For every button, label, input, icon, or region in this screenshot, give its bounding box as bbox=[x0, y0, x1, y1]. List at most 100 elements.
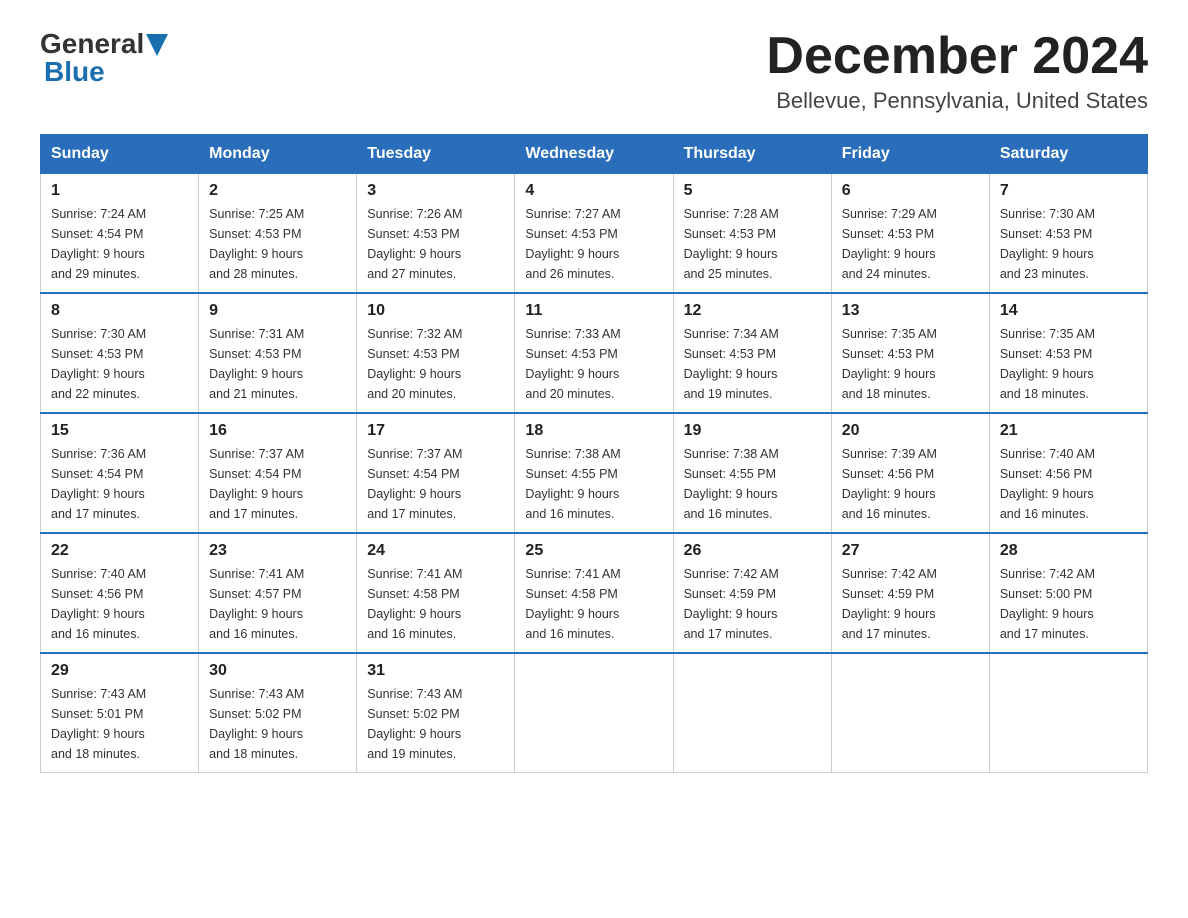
calendar-day-cell: 24 Sunrise: 7:41 AMSunset: 4:58 PMDayligh… bbox=[357, 533, 515, 653]
day-info: Sunrise: 7:32 AMSunset: 4:53 PMDaylight:… bbox=[367, 324, 504, 404]
day-info: Sunrise: 7:40 AMSunset: 4:56 PMDaylight:… bbox=[51, 564, 188, 644]
day-info: Sunrise: 7:41 AMSunset: 4:57 PMDaylight:… bbox=[209, 564, 346, 644]
calendar-week-3: 15 Sunrise: 7:36 AMSunset: 4:54 PMDayligh… bbox=[41, 413, 1148, 533]
day-number: 17 bbox=[367, 422, 504, 440]
day-number: 10 bbox=[367, 302, 504, 320]
day-number: 13 bbox=[842, 302, 979, 320]
calendar-day-cell: 28Sunrise: 7:42 AMSunset: 5:00 PMDayligh… bbox=[989, 533, 1147, 653]
day-info: Sunrise: 7:36 AMSunset: 4:54 PMDaylight:… bbox=[51, 444, 188, 524]
weekday-header-monday: Monday bbox=[199, 135, 357, 174]
location-subtitle: Bellevue, Pennsylvania, United States bbox=[766, 88, 1148, 114]
day-number: 24 bbox=[367, 542, 504, 560]
logo-blue-text: Blue bbox=[44, 58, 168, 86]
calendar-day-cell: 4 Sunrise: 7:27 AMSunset: 4:53 PMDaylight… bbox=[515, 174, 673, 294]
day-info: Sunrise: 7:33 AMSunset: 4:53 PMDaylight:… bbox=[525, 324, 662, 404]
calendar-day-cell: 16 Sunrise: 7:37 AMSunset: 4:54 PMDayligh… bbox=[199, 413, 357, 533]
calendar-day-cell: 12Sunrise: 7:34 AMSunset: 4:53 PMDayligh… bbox=[673, 293, 831, 413]
weekday-header-thursday: Thursday bbox=[673, 135, 831, 174]
day-info: Sunrise: 7:42 AMSunset: 4:59 PMDaylight:… bbox=[842, 564, 979, 644]
calendar-day-cell bbox=[515, 653, 673, 773]
day-number: 8 bbox=[51, 302, 188, 320]
day-number: 3 bbox=[367, 182, 504, 200]
day-info: Sunrise: 7:28 AMSunset: 4:53 PMDaylight:… bbox=[684, 204, 821, 284]
day-info: Sunrise: 7:42 AMSunset: 5:00 PMDaylight:… bbox=[1000, 564, 1137, 644]
calendar-day-cell: 13 Sunrise: 7:35 AMSunset: 4:53 PMDayligh… bbox=[831, 293, 989, 413]
day-number: 1 bbox=[51, 182, 188, 200]
day-number: 20 bbox=[842, 422, 979, 440]
calendar-day-cell: 14 Sunrise: 7:35 AMSunset: 4:53 PMDayligh… bbox=[989, 293, 1147, 413]
title-area: December 2024 Bellevue, Pennsylvania, Un… bbox=[766, 30, 1148, 114]
day-number: 21 bbox=[1000, 422, 1137, 440]
day-number: 11 bbox=[525, 302, 662, 320]
calendar-table: SundayMondayTuesdayWednesdayThursdayFrid… bbox=[40, 134, 1148, 773]
day-number: 31 bbox=[367, 662, 504, 680]
day-info: Sunrise: 7:38 AMSunset: 4:55 PMDaylight:… bbox=[525, 444, 662, 524]
calendar-week-4: 22 Sunrise: 7:40 AMSunset: 4:56 PMDayligh… bbox=[41, 533, 1148, 653]
calendar-day-cell: 3 Sunrise: 7:26 AMSunset: 4:53 PMDaylight… bbox=[357, 174, 515, 294]
calendar-day-cell bbox=[673, 653, 831, 773]
calendar-day-cell: 29Sunrise: 7:43 AMSunset: 5:01 PMDayligh… bbox=[41, 653, 199, 773]
day-info: Sunrise: 7:37 AMSunset: 4:54 PMDaylight:… bbox=[367, 444, 504, 524]
calendar-day-cell bbox=[989, 653, 1147, 773]
calendar-day-cell: 15 Sunrise: 7:36 AMSunset: 4:54 PMDayligh… bbox=[41, 413, 199, 533]
calendar-day-cell: 2 Sunrise: 7:25 AMSunset: 4:53 PMDaylight… bbox=[199, 174, 357, 294]
calendar-day-cell: 9 Sunrise: 7:31 AMSunset: 4:53 PMDaylight… bbox=[199, 293, 357, 413]
day-info: Sunrise: 7:43 AMSunset: 5:02 PMDaylight:… bbox=[367, 684, 504, 764]
day-info: Sunrise: 7:29 AMSunset: 4:53 PMDaylight:… bbox=[842, 204, 979, 284]
calendar-day-cell: 17 Sunrise: 7:37 AMSunset: 4:54 PMDayligh… bbox=[357, 413, 515, 533]
calendar-day-cell: 31 Sunrise: 7:43 AMSunset: 5:02 PMDayligh… bbox=[357, 653, 515, 773]
day-info: Sunrise: 7:41 AMSunset: 4:58 PMDaylight:… bbox=[525, 564, 662, 644]
day-info: Sunrise: 7:42 AMSunset: 4:59 PMDaylight:… bbox=[684, 564, 821, 644]
day-number: 16 bbox=[209, 422, 346, 440]
day-number: 25 bbox=[525, 542, 662, 560]
calendar-day-cell: 6 Sunrise: 7:29 AMSunset: 4:53 PMDaylight… bbox=[831, 174, 989, 294]
day-number: 15 bbox=[51, 422, 188, 440]
day-number: 22 bbox=[51, 542, 188, 560]
day-number: 29 bbox=[51, 662, 188, 680]
calendar-day-cell: 18Sunrise: 7:38 AMSunset: 4:55 PMDayligh… bbox=[515, 413, 673, 533]
day-number: 19 bbox=[684, 422, 821, 440]
calendar-day-cell: 21Sunrise: 7:40 AMSunset: 4:56 PMDayligh… bbox=[989, 413, 1147, 533]
weekday-header-wednesday: Wednesday bbox=[515, 135, 673, 174]
calendar-day-cell: 10 Sunrise: 7:32 AMSunset: 4:53 PMDayligh… bbox=[357, 293, 515, 413]
calendar-day-cell: 20 Sunrise: 7:39 AMSunset: 4:56 PMDayligh… bbox=[831, 413, 989, 533]
page-header: General Blue December 2024 Bellevue, Pen… bbox=[40, 30, 1148, 114]
day-info: Sunrise: 7:39 AMSunset: 4:56 PMDaylight:… bbox=[842, 444, 979, 524]
day-number: 5 bbox=[684, 182, 821, 200]
day-info: Sunrise: 7:35 AMSunset: 4:53 PMDaylight:… bbox=[842, 324, 979, 404]
calendar-day-cell: 11 Sunrise: 7:33 AMSunset: 4:53 PMDayligh… bbox=[515, 293, 673, 413]
day-info: Sunrise: 7:30 AMSunset: 4:53 PMDaylight:… bbox=[51, 324, 188, 404]
day-number: 6 bbox=[842, 182, 979, 200]
logo-triangle-icon bbox=[146, 34, 168, 56]
day-number: 12 bbox=[684, 302, 821, 320]
day-number: 4 bbox=[525, 182, 662, 200]
day-info: Sunrise: 7:37 AMSunset: 4:54 PMDaylight:… bbox=[209, 444, 346, 524]
day-number: 26 bbox=[684, 542, 821, 560]
day-info: Sunrise: 7:26 AMSunset: 4:53 PMDaylight:… bbox=[367, 204, 504, 284]
calendar-day-cell: 25 Sunrise: 7:41 AMSunset: 4:58 PMDayligh… bbox=[515, 533, 673, 653]
calendar-day-cell: 26 Sunrise: 7:42 AMSunset: 4:59 PMDayligh… bbox=[673, 533, 831, 653]
weekday-header-sunday: Sunday bbox=[41, 135, 199, 174]
calendar-day-cell: 23 Sunrise: 7:41 AMSunset: 4:57 PMDayligh… bbox=[199, 533, 357, 653]
calendar-week-1: 1 Sunrise: 7:24 AMSunset: 4:54 PMDaylight… bbox=[41, 174, 1148, 294]
calendar-day-cell bbox=[831, 653, 989, 773]
calendar-day-cell: 1 Sunrise: 7:24 AMSunset: 4:54 PMDaylight… bbox=[41, 174, 199, 294]
day-info: Sunrise: 7:35 AMSunset: 4:53 PMDaylight:… bbox=[1000, 324, 1137, 404]
calendar-day-cell: 22 Sunrise: 7:40 AMSunset: 4:56 PMDayligh… bbox=[41, 533, 199, 653]
day-info: Sunrise: 7:27 AMSunset: 4:53 PMDaylight:… bbox=[525, 204, 662, 284]
day-info: Sunrise: 7:24 AMSunset: 4:54 PMDaylight:… bbox=[51, 204, 188, 284]
day-number: 7 bbox=[1000, 182, 1137, 200]
day-info: Sunrise: 7:38 AMSunset: 4:55 PMDaylight:… bbox=[684, 444, 821, 524]
weekday-header-friday: Friday bbox=[831, 135, 989, 174]
day-info: Sunrise: 7:41 AMSunset: 4:58 PMDaylight:… bbox=[367, 564, 504, 644]
day-info: Sunrise: 7:25 AMSunset: 4:53 PMDaylight:… bbox=[209, 204, 346, 284]
day-number: 2 bbox=[209, 182, 346, 200]
day-number: 27 bbox=[842, 542, 979, 560]
day-number: 23 bbox=[209, 542, 346, 560]
calendar-day-cell: 19 Sunrise: 7:38 AMSunset: 4:55 PMDayligh… bbox=[673, 413, 831, 533]
month-title: December 2024 bbox=[766, 30, 1148, 82]
day-number: 14 bbox=[1000, 302, 1137, 320]
day-number: 9 bbox=[209, 302, 346, 320]
weekday-header-row: SundayMondayTuesdayWednesdayThursdayFrid… bbox=[41, 135, 1148, 174]
day-info: Sunrise: 7:31 AMSunset: 4:53 PMDaylight:… bbox=[209, 324, 346, 404]
